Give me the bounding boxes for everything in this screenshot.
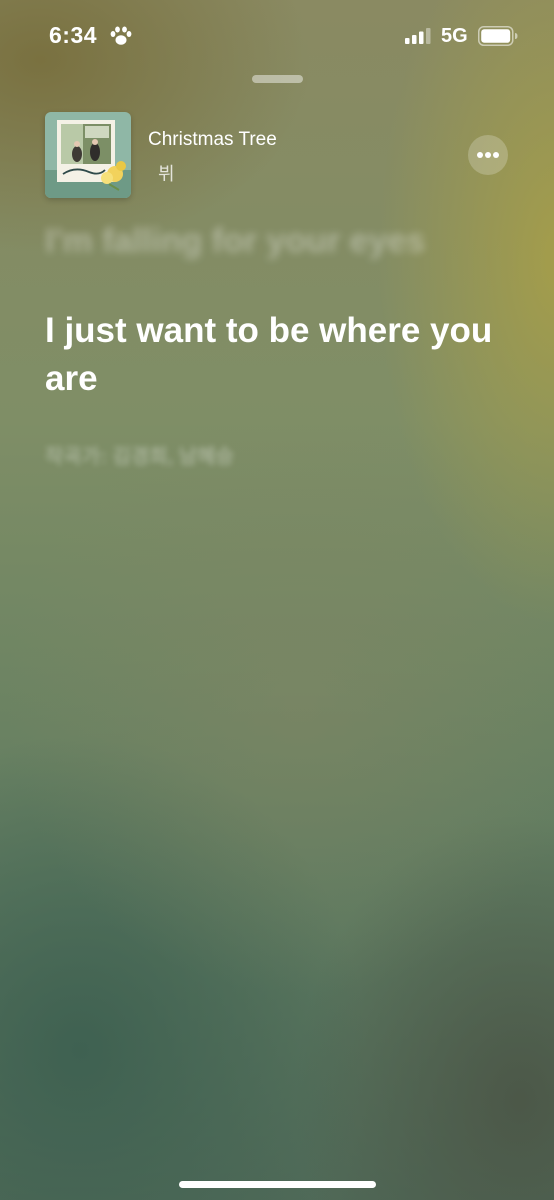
ellipsis-icon bbox=[485, 152, 491, 158]
lyric-credits: 작곡가: 김경희, 남혜승 bbox=[45, 446, 234, 468]
song-artist[interactable]: 뷔 bbox=[158, 160, 175, 186]
paw-icon bbox=[110, 26, 132, 45]
song-title: Christmas Tree bbox=[148, 129, 277, 150]
ellipsis-icon bbox=[477, 152, 483, 158]
signal-icon bbox=[405, 28, 431, 44]
album-artwork-image bbox=[45, 112, 131, 198]
sheet-grabber[interactable] bbox=[252, 75, 303, 83]
more-options-button[interactable] bbox=[468, 135, 508, 175]
network-label: 5G bbox=[441, 25, 468, 47]
battery-icon bbox=[478, 26, 518, 46]
lyric-line-previous[interactable]: I'm falling for your eyes bbox=[45, 222, 525, 261]
album-artwork[interactable] bbox=[45, 112, 131, 198]
ellipsis-icon bbox=[493, 152, 499, 158]
status-bar: 6:34 5G bbox=[0, 0, 554, 70]
status-time: 6:34 bbox=[49, 22, 98, 48]
home-indicator[interactable] bbox=[179, 1181, 376, 1188]
lyric-line-current[interactable]: I just want to be where you are bbox=[45, 307, 515, 403]
